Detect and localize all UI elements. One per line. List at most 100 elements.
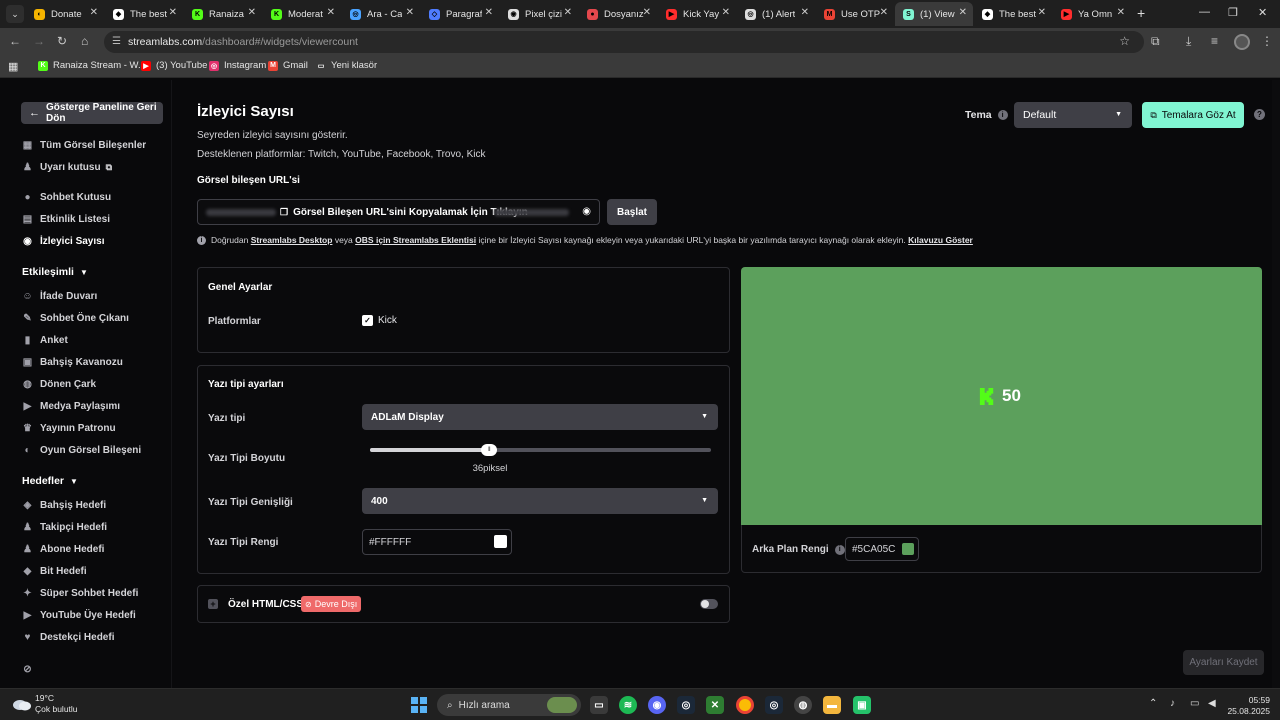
chrome-icon[interactable]: [736, 696, 754, 714]
profile-avatar[interactable]: [1234, 34, 1250, 50]
discord-icon[interactable]: ◉: [648, 696, 666, 714]
tab-close-icon[interactable]: ✕: [327, 7, 335, 18]
browser-tab[interactable]: ▶ Ya Omn ✕: [1053, 2, 1131, 26]
sidebar-item[interactable]: ♥ Destekçi Hedefi: [22, 632, 115, 643]
tab-close-icon[interactable]: ✕: [485, 7, 493, 18]
sidebar-item[interactable]: ✎ Sohbet Öne Çıkanı: [22, 313, 129, 324]
windows-start-icon[interactable]: [411, 697, 427, 713]
maximize-icon[interactable]: ❐: [1228, 6, 1238, 19]
file-explorer-icon[interactable]: ▬: [823, 696, 841, 714]
browser-tab[interactable]: ◐ Donate ✕: [26, 2, 104, 26]
kick-checkbox[interactable]: ✓: [362, 315, 373, 326]
browser-tab[interactable]: ◎ (1) Alert ✕: [737, 2, 815, 26]
background-color-input[interactable]: #5CA05C: [845, 537, 919, 561]
background-color-swatch[interactable]: [902, 543, 914, 555]
browser-tab[interactable]: ● Dosyanız ✕: [579, 2, 657, 26]
tab-close-icon[interactable]: ✕: [1117, 7, 1125, 18]
browser-tab[interactable]: K Moderat ✕: [263, 2, 341, 26]
sidebar-item[interactable]: ♟ Uyarı kutusu ⧉: [22, 162, 112, 173]
sidebar-item[interactable]: ▤ Etkinlik Listesi: [22, 214, 110, 225]
browser-tab[interactable]: ◎ Ara - Ca ✕: [342, 2, 420, 26]
tab-close-icon[interactable]: ✕: [564, 7, 572, 18]
browser-tab[interactable]: ▶ Kick Yay ✕: [658, 2, 736, 26]
browser-tab[interactable]: S (1) View ✕: [895, 2, 973, 26]
obs-icon[interactable]: ◍: [794, 696, 812, 714]
bookmark-item[interactable]: ▶ (3) YouTube: [141, 60, 207, 71]
speaker-icon[interactable]: ◀: [1208, 698, 1216, 709]
sidebar-item[interactable]: ◐ Oyun Görsel Bileşeni: [22, 445, 141, 456]
streamlabs-desktop-link[interactable]: Streamlabs Desktop: [251, 235, 333, 245]
browser-tab[interactable]: ◉ Pixel çizi ✕: [500, 2, 578, 26]
display-icon[interactable]: ▭: [1190, 698, 1199, 709]
forward-arrow-icon[interactable]: →: [33, 34, 45, 48]
browser-tab[interactable]: ◆ The best ✕: [105, 2, 183, 26]
page-scrollbar[interactable]: [1272, 80, 1280, 688]
sidebar-section-heading[interactable]: Etkileşimli ▼: [22, 266, 88, 278]
bookmark-item[interactable]: M Gmail: [268, 60, 308, 71]
bookmark-item[interactable]: ◎ Instagram: [209, 60, 266, 71]
tab-close-icon[interactable]: ✕: [90, 7, 98, 18]
tab-close-icon[interactable]: ✕: [1038, 7, 1046, 18]
task-view-icon[interactable]: ▭: [590, 696, 608, 714]
sidebar-item[interactable]: ♟ Takipçi Hedefi: [22, 522, 107, 533]
font-family-select[interactable]: ADLaM Display ▼: [362, 404, 718, 430]
tab-close-icon[interactable]: ✕: [643, 7, 651, 18]
minimize-icon[interactable]: —: [1199, 6, 1210, 18]
sidebar-section-heading[interactable]: Hedefler ▼: [22, 475, 78, 487]
sidebar-item[interactable]: ♛ Yayının Patronu: [22, 423, 116, 434]
steam-2-icon[interactable]: ◎: [765, 696, 783, 714]
sidebar-item[interactable]: ✦ Süper Sohbet Hedefi: [22, 588, 138, 599]
copy-url-button[interactable]: ❐ Görsel Bileşen URL'sini Kopyalamak İçi…: [280, 207, 528, 218]
sidebar-item[interactable]: ▦ Tüm Görsel Bileşenler: [22, 140, 146, 151]
browser-tab[interactable]: ◇ Paragraf ✕: [421, 2, 499, 26]
tab-search-chevron-icon[interactable]: ⌄: [6, 5, 24, 23]
streamlabs-app-icon[interactable]: ▣: [853, 696, 871, 714]
steam-icon[interactable]: ◎: [677, 696, 695, 714]
sidebar-item[interactable]: ▶ Medya Paylaşımı: [22, 401, 120, 412]
eye-icon[interactable]: ◉: [582, 206, 591, 217]
extensions-icon[interactable]: ⧉: [1151, 34, 1160, 49]
theme-select[interactable]: Default ▼: [1014, 102, 1132, 128]
sidebar-item[interactable]: ⊘: [22, 664, 40, 675]
back-to-dashboard-button[interactable]: ← Gösterge Paneline Geri Dön: [21, 102, 163, 124]
reload-icon[interactable]: ↻: [57, 34, 67, 48]
sidebar-item[interactable]: ▶ YouTube Üye Hedefi: [22, 610, 136, 621]
weather-widget[interactable]: 19°C Çok bulutlu: [12, 693, 78, 715]
apps-grid-icon[interactable]: ▦: [8, 60, 18, 73]
custom-html-toggle[interactable]: [700, 599, 718, 609]
sidebar-item[interactable]: ◆ Bit Hedefi: [22, 566, 87, 577]
back-arrow-icon[interactable]: ←: [9, 34, 21, 48]
browser-tab[interactable]: K Ranaiza ✕: [184, 2, 262, 26]
help-icon[interactable]: ?: [1254, 109, 1265, 120]
tab-close-icon[interactable]: ✕: [880, 7, 888, 18]
sidebar-item[interactable]: ▣ Bahşiş Kavanozu: [22, 357, 123, 368]
download-icon[interactable]: ⤓: [1186, 34, 1191, 49]
sidebar-item[interactable]: ▮ Anket: [22, 335, 68, 346]
tab-close-icon[interactable]: ✕: [959, 7, 967, 18]
font-color-swatch[interactable]: [494, 535, 507, 548]
save-settings-button[interactable]: Ayarları Kaydet: [1183, 650, 1264, 675]
url-input[interactable]: ☰ streamlabs.com/dashboard#/widgets/view…: [104, 31, 1144, 53]
close-window-icon[interactable]: ✕: [1258, 6, 1267, 19]
sidebar-item[interactable]: ◉ İzleyici Sayısı: [22, 236, 104, 247]
taskbar-search[interactable]: ⌕ Hızlı arama: [437, 694, 581, 716]
game-app-icon[interactable]: ✕: [706, 696, 724, 714]
info-icon[interactable]: i: [997, 110, 1008, 120]
sidebar-item[interactable]: ◈ Bahşiş Hedefi: [22, 500, 107, 511]
sidebar-item[interactable]: ☺ İfade Duvarı: [22, 291, 97, 302]
browser-tab[interactable]: ◆ The best ✕: [974, 2, 1052, 26]
tab-close-icon[interactable]: ✕: [722, 7, 730, 18]
tab-close-icon[interactable]: ✕: [169, 7, 177, 18]
site-settings-icon[interactable]: ☰: [112, 36, 121, 47]
font-weight-select[interactable]: 400 ▼: [362, 488, 718, 514]
bookmark-star-icon[interactable]: ☆: [1119, 34, 1130, 48]
start-button[interactable]: Başlat: [607, 199, 657, 225]
widget-url-field[interactable]: ❐ Görsel Bileşen URL'sini Kopyalamak İçi…: [197, 199, 600, 225]
new-tab-button[interactable]: +: [1137, 5, 1145, 21]
show-guide-link[interactable]: Kılavuzu Göster: [908, 235, 973, 245]
font-size-slider-handle[interactable]: ‖: [481, 444, 498, 456]
bookmark-item[interactable]: K Ranaiza Stream - W...: [38, 60, 146, 71]
info-icon[interactable]: i: [834, 544, 845, 555]
tab-close-icon[interactable]: ✕: [248, 7, 256, 18]
tab-close-icon[interactable]: ✕: [801, 7, 809, 18]
